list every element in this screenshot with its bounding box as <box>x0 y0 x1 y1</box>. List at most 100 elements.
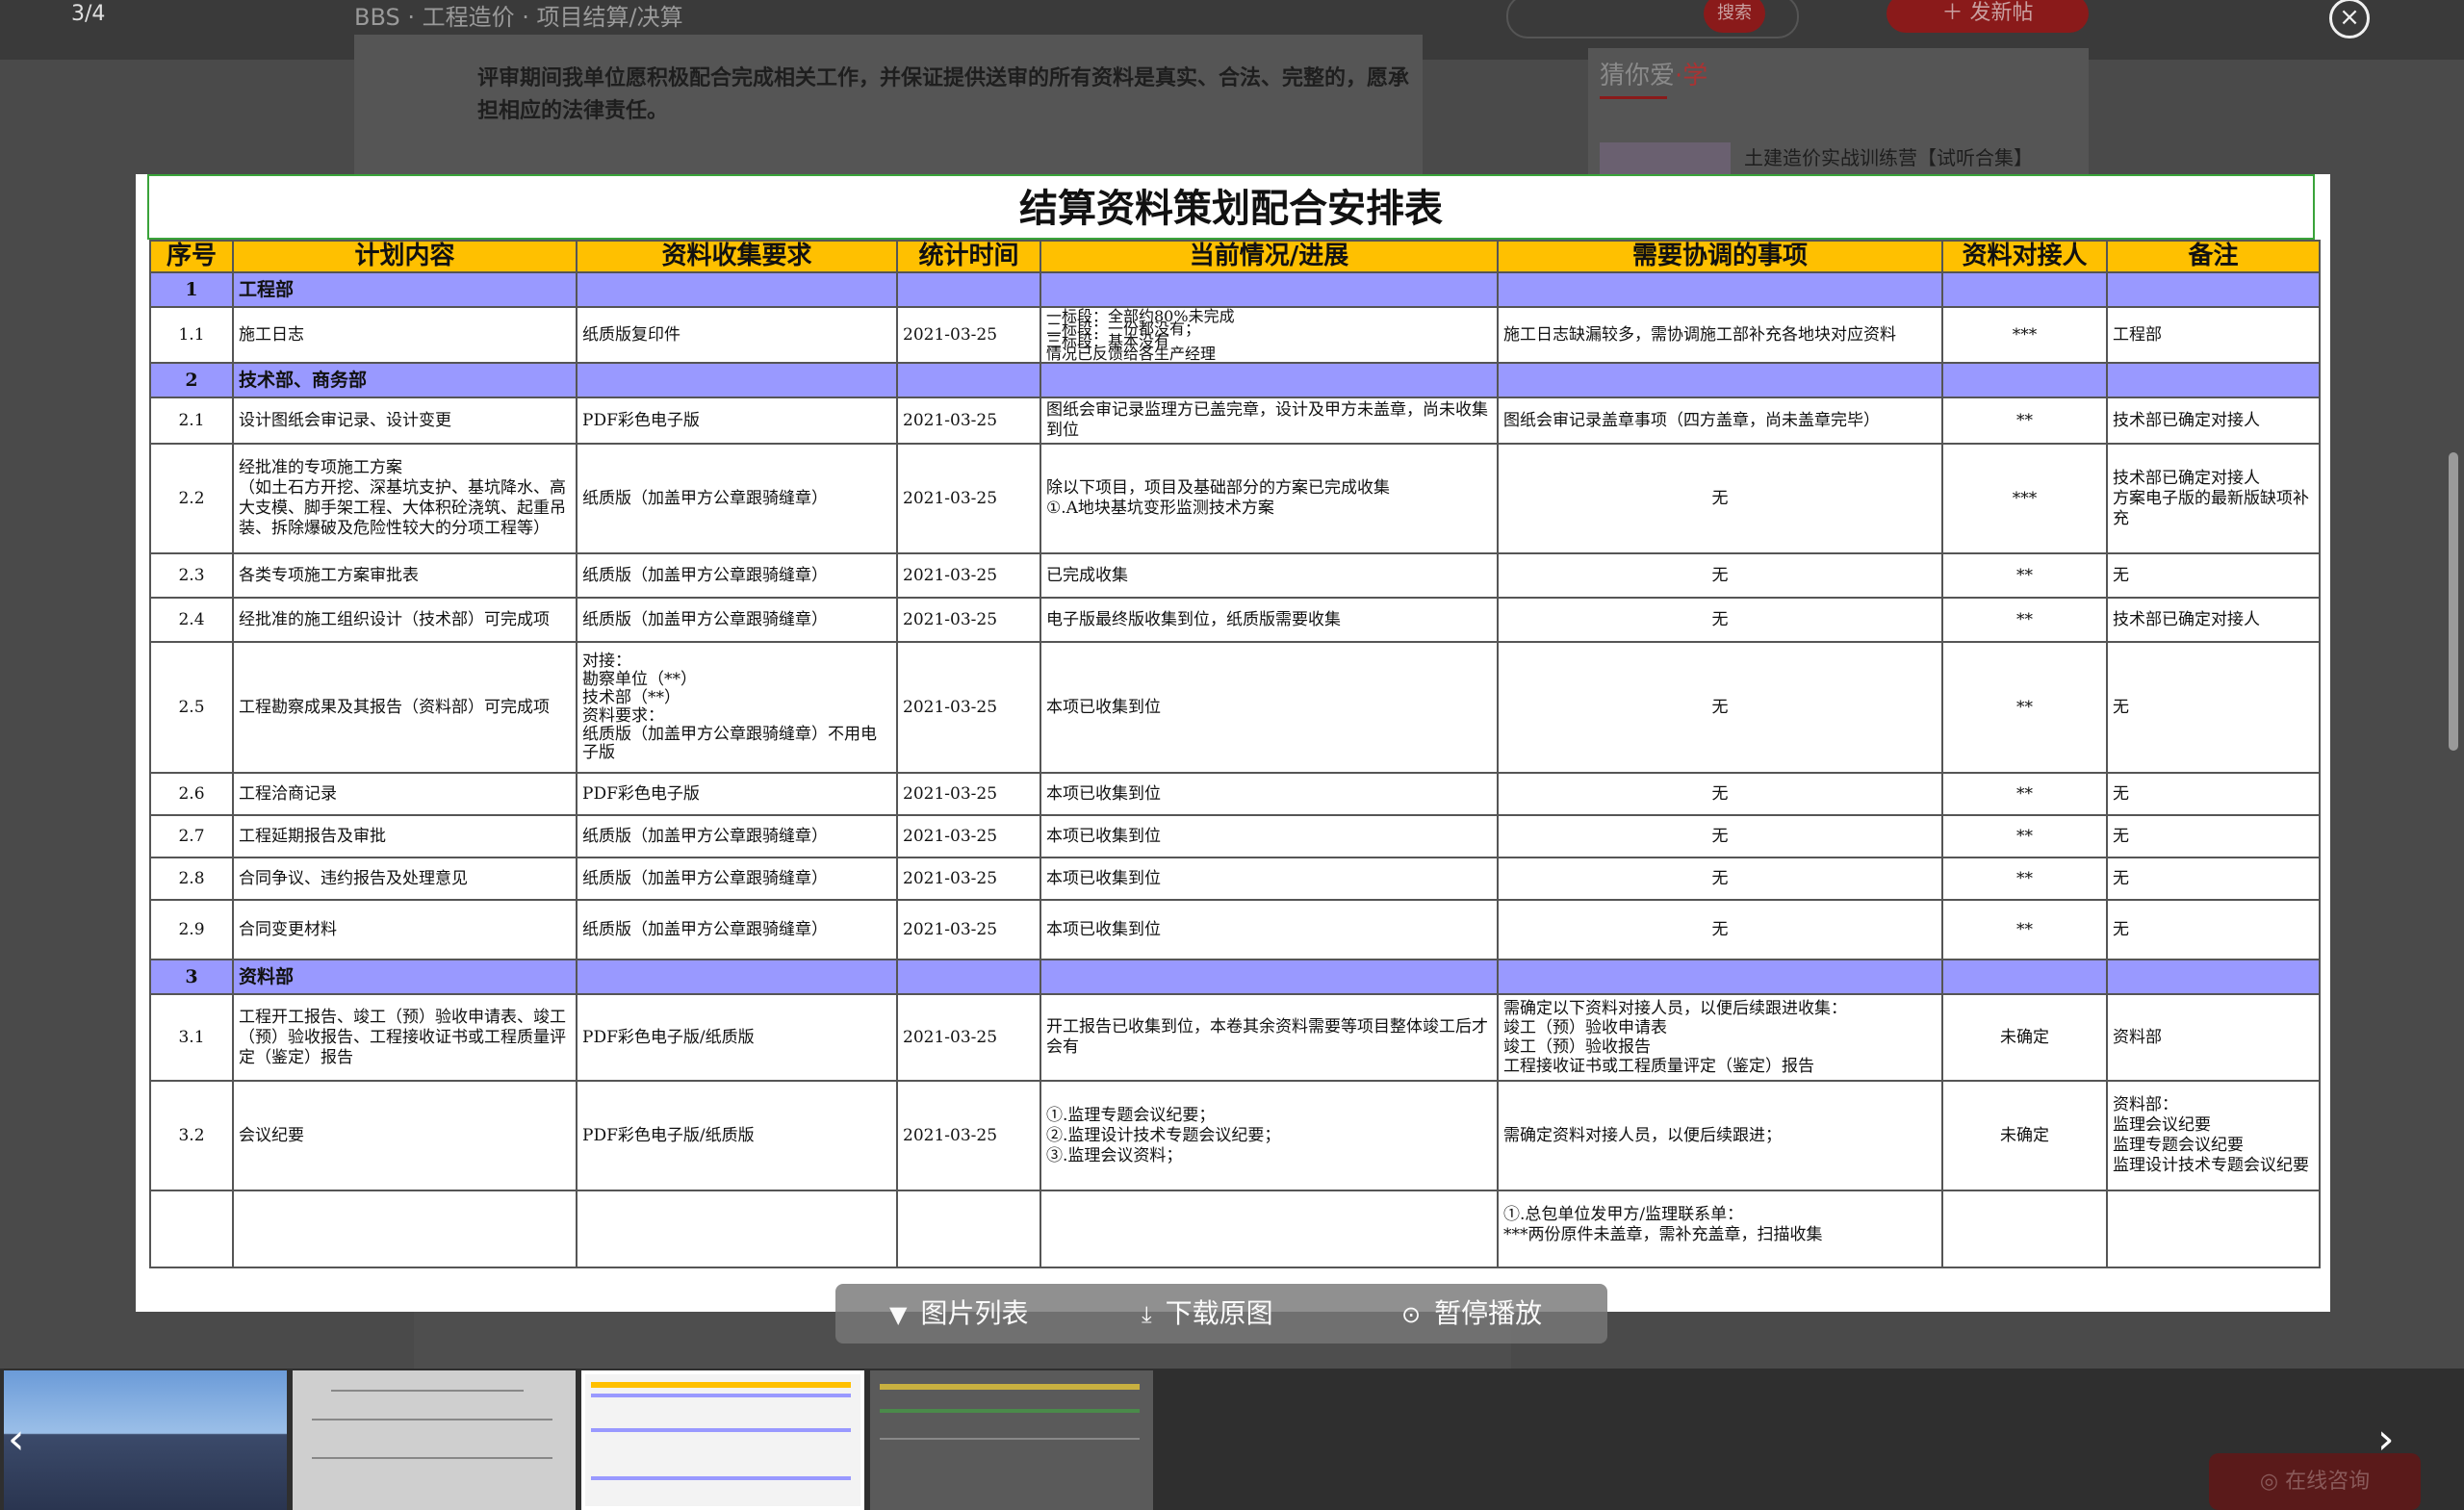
thumbnail-3[interactable] <box>581 1370 864 1510</box>
cell-content: 合同变更材料 <box>232 899 578 960</box>
cell-no: 3.1 <box>149 993 234 1082</box>
cell-no: 2.2 <box>149 443 234 554</box>
header-cell: 资料收集要求 <box>576 240 898 273</box>
recommendation-item: 土建造价实战训练营【试听合集】 <box>1744 146 2033 169</box>
cell-note: 技术部已确定对接人 <box>2106 597 2321 643</box>
cell-date: 2021-03-25 <box>896 899 1041 960</box>
cell-note: 无 <box>2106 772 2321 816</box>
download-label: 下载原图 <box>1165 1297 1273 1329</box>
cell-note: 资料部 <box>2106 993 2321 1082</box>
thumbnail-strip <box>0 1369 2464 1510</box>
table-row: 3.2 会议纪要 PDF彩色电子版/纸质版 2021-03-25 ①.监理专题会… <box>149 1080 2321 1191</box>
cell-contact: ** <box>1941 857 2108 901</box>
cell-content: 设计图纸会审记录、设计变更 <box>232 397 578 445</box>
download-original-button[interactable]: ⤓ 下载原图 <box>1142 1284 1273 1344</box>
section-name: 资料部 <box>232 959 578 995</box>
recommendation-title-highlight: ·学 <box>1675 62 1708 90</box>
cell-content: 工程开工报告、竣工（预）验收申请表、竣工（预）验收报告、工程接收证书或工程质量评… <box>232 993 578 1082</box>
cell-coordination: 需确定资料对接人员，以便后续跟进； <box>1497 1080 1943 1191</box>
cell-status: 除以下项目，项目及基础部分的方案已完成收集 ①.A地块基坑变形监测技术方案 <box>1040 443 1499 554</box>
new-post-button: ＋ 发新帖 <box>1886 0 2089 33</box>
cell-no: 2.1 <box>149 397 234 445</box>
cell-date: 2021-03-25 <box>896 597 1041 643</box>
cell-requirement: 纸质版（加盖甲方公章跟骑缝章） <box>576 552 898 599</box>
table-row: 2.9 合同变更材料 纸质版（加盖甲方公章跟骑缝章） 2021-03-25 本项… <box>149 899 2321 960</box>
table-row: 2.2 经批准的专项施工方案 （如土石方开挖、深基坑支护、基坑降水、高大支模、脚… <box>149 443 2321 554</box>
cell-requirement: 对接： 勘察单位（**） 技术部（**） 资料要求： 纸质版（加盖甲方公章跟骑缝… <box>576 641 898 774</box>
cell-date: 2021-03-25 <box>896 641 1041 774</box>
recommendation-title-highlight-text: 学 <box>1682 62 1708 90</box>
cell-requirement: 纸质版（加盖甲方公章跟骑缝章） <box>576 899 898 960</box>
online-consult-button: ◎ 在线咨询 <box>2209 1453 2421 1510</box>
background-document-text: 评审期间我单位愿积极配合完成相关工作，并保证提供送审的所有资料是真实、合法、完整… <box>477 65 1410 123</box>
thumbnail-4[interactable] <box>870 1370 1153 1510</box>
table-header-row: 序号 计划内容 资料收集要求 统计时间 当前情况/进展 需要协调的事项 资料对接… <box>149 240 2321 273</box>
cell-coordination: 无 <box>1497 597 1943 643</box>
cell-date: 2021-03-25 <box>896 306 1041 364</box>
section-row: 3 资料部 <box>149 959 2321 995</box>
cell-date: 2021-03-25 <box>896 772 1041 816</box>
header-cell: 计划内容 <box>232 240 578 273</box>
cell-coordination: 无 <box>1497 641 1943 774</box>
cell-requirement: PDF彩色电子版 <box>576 772 898 816</box>
cell-contact: 未确定 <box>1941 993 2108 1082</box>
search-button: 搜索 <box>1704 0 1765 33</box>
previous-arrow-icon[interactable]: ‹ <box>8 1415 25 1464</box>
cell-contact: ** <box>1941 597 2108 643</box>
thumbnail-2[interactable] <box>293 1370 576 1510</box>
cell-note: 无 <box>2106 857 2321 901</box>
cell-requirement: 纸质版复印件 <box>576 306 898 364</box>
cell-note: 技术部已确定对接人 方案电子版的最新版缺项补充 <box>2106 443 2321 554</box>
section-number: 2 <box>149 362 234 398</box>
cell-contact: ** <box>1941 552 2108 599</box>
cell-contact: ** <box>1941 814 2108 858</box>
chat-icon: ◎ <box>2259 1470 2286 1494</box>
section-row: 1 工程部 <box>149 271 2321 308</box>
cell-coordination: 无 <box>1497 772 1943 816</box>
pause-slideshow-button[interactable]: ⊙ 暂停播放 <box>1401 1284 1542 1344</box>
section-number: 3 <box>149 959 234 995</box>
table-row: ①.总包单位发甲方/监理联系单： ***两份原件未盖章，需补充盖章，扫描收集 <box>149 1190 2321 1268</box>
section-row: 2 技术部、商务部 <box>149 362 2321 398</box>
background-document: 评审期间我单位愿积极配合完成相关工作，并保证提供送审的所有资料是真实、合法、完整… <box>354 35 1423 179</box>
cell-note: 无 <box>2106 899 2321 960</box>
online-consult-label: 在线咨询 <box>2285 1470 2371 1494</box>
cell-no: 1.1 <box>149 306 234 364</box>
table-row: 1.1 施工日志 纸质版复印件 2021-03-25 一标段：全部约80%未完成… <box>149 306 2321 364</box>
cell-status: 电子版最终版收集到位，纸质版需要收集 <box>1040 597 1499 643</box>
cell-date: 2021-03-25 <box>896 814 1041 858</box>
cell-no: 2.9 <box>149 899 234 960</box>
header-cell: 统计时间 <box>896 240 1041 273</box>
header-cell: 序号 <box>149 240 234 273</box>
cell-status: 本项已收集到位 <box>1040 899 1499 960</box>
cell-content: 工程延期报告及审批 <box>232 814 578 858</box>
table-row: 2.6 工程洽商记录 PDF彩色电子版 2021-03-25 本项已收集到位 无… <box>149 772 2321 816</box>
recommendation-thumbnail <box>1600 142 1731 178</box>
page-scrollbar[interactable] <box>2449 452 2458 751</box>
cell-requirement: 纸质版（加盖甲方公章跟骑缝章） <box>576 814 898 858</box>
breadcrumb: BBS · 工程造价 · 项目结算/决算 <box>354 4 683 31</box>
cell-content: 会议纪要 <box>232 1080 578 1191</box>
cell-note: 资料部： 监理会议纪要 监理专题会议纪要 监理设计技术专题会议纪要 <box>2106 1080 2321 1191</box>
viewer-toolbar: ▼ 图片列表 ⤓ 下载原图 ⊙ 暂停播放 <box>835 1284 1607 1344</box>
cell-coordination: 图纸会审记录盖章事项（四方盖章，尚未盖章完毕） <box>1497 397 1943 445</box>
cell-no: 2.5 <box>149 641 234 774</box>
cell-no: 3.2 <box>149 1080 234 1191</box>
cell-note: 无 <box>2106 552 2321 599</box>
image-list-button[interactable]: ▼ 图片列表 <box>889 1284 1028 1344</box>
sheet-title: 结算资料策划配合安排表 <box>147 174 2315 240</box>
plus-icon: ＋ <box>1941 1 1970 25</box>
thumbnail-1[interactable] <box>4 1370 287 1510</box>
cell-content: 各类专项施工方案审批表 <box>232 552 578 599</box>
cell-requirement: PDF彩色电子版/纸质版 <box>576 993 898 1082</box>
cell-coordination: 无 <box>1497 814 1943 858</box>
cell-contact: ** <box>1941 899 2108 960</box>
download-icon: ⤓ <box>1142 1301 1152 1328</box>
new-post-label: 发新帖 <box>1969 1 2034 25</box>
close-button[interactable]: × <box>2329 0 2370 38</box>
cell-requirement: 纸质版（加盖甲方公章跟骑缝章） <box>576 443 898 554</box>
section-name: 工程部 <box>232 271 578 308</box>
cell-note: 无 <box>2106 641 2321 774</box>
recommendation-panel: 猜你爱·学 土建造价实战训练营【试听合集】 <box>1588 48 2089 178</box>
cell-content: 合同争议、违约报告及处理意见 <box>232 857 578 901</box>
